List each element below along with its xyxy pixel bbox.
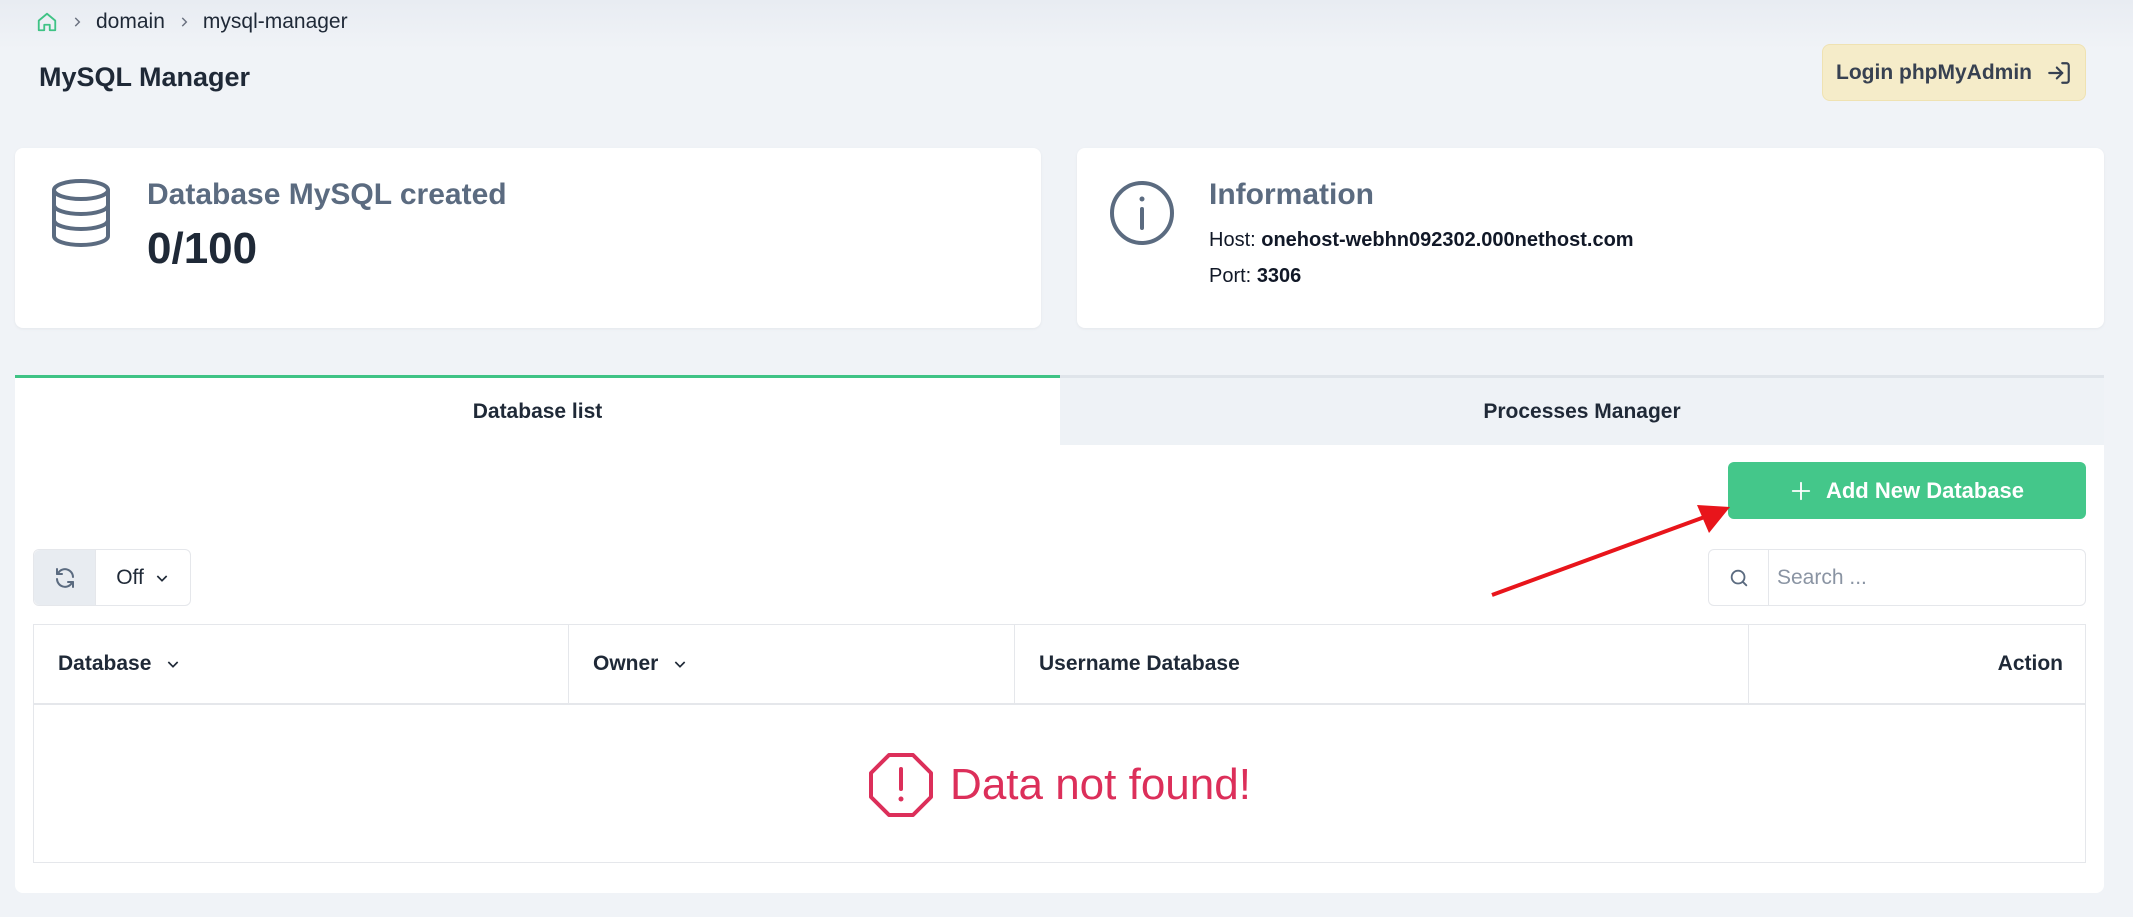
login-phpmyadmin-label: Login phpMyAdmin <box>1836 60 2032 84</box>
search-icon <box>1709 550 1769 605</box>
host-line: Host: onehost-webhn092302.000nethost.com <box>1209 229 1634 252</box>
chevron-down-icon <box>165 656 181 672</box>
column-label-database: Database <box>58 652 152 675</box>
column-label-action: Action <box>1997 652 2063 675</box>
breadcrumb-item-mysql-manager: mysql-manager <box>202 10 348 33</box>
port-value: 3306 <box>1256 265 1302 287</box>
breadcrumb-item-domain[interactable]: domain <box>96 10 165 34</box>
chevron-right-icon <box>177 15 191 29</box>
search-box <box>1708 549 2086 606</box>
column-header-owner[interactable]: Owner <box>569 625 1015 703</box>
chevron-down-icon <box>154 570 170 586</box>
database-count-label: Database MySQL created <box>147 178 507 211</box>
plus-icon <box>1790 480 1812 502</box>
database-count-value: 0/100 <box>147 224 258 273</box>
chevron-right-icon <box>70 15 84 29</box>
page-title: MySQL Manager <box>39 62 251 92</box>
alert-octagon-icon <box>868 752 934 818</box>
chevron-down-icon <box>672 656 688 672</box>
login-arrow-icon <box>2046 60 2072 86</box>
tab-database-list[interactable]: Database list <box>15 375 1060 445</box>
host-label: Host: <box>1209 229 1256 251</box>
annotation-arrow-icon <box>1491 505 1730 597</box>
add-new-database-button[interactable]: Add New Database <box>1728 462 2086 519</box>
info-icon <box>1109 180 1175 251</box>
login-phpmyadmin-button[interactable]: Login phpMyAdmin <box>1822 44 2086 101</box>
empty-state: Data not found! <box>34 707 2085 862</box>
column-header-database[interactable]: Database <box>34 625 569 703</box>
refresh-interval-value: Off <box>116 565 144 589</box>
tab-processes-manager[interactable]: Processes Manager <box>1060 375 2104 445</box>
auto-refresh-control: Off <box>33 549 191 606</box>
refresh-interval-select[interactable]: Off <box>96 550 190 605</box>
column-label-owner: Owner <box>593 652 659 675</box>
search-input[interactable] <box>1769 550 2085 605</box>
refresh-icon <box>53 566 77 590</box>
database-count-card: Database MySQL created 0/100 <box>15 148 1041 328</box>
column-header-action: Action <box>1749 625 2085 703</box>
database-icon <box>50 178 112 253</box>
port-label: Port: <box>1209 265 1252 287</box>
column-label-username-database: Username Database <box>1039 652 1240 675</box>
information-title: Information <box>1209 178 1374 211</box>
database-table: Database Owner Username Database Action <box>33 624 2086 863</box>
column-header-username-database: Username Database <box>1015 625 1749 703</box>
refresh-button[interactable] <box>34 550 96 605</box>
host-value: onehost-webhn092302.000nethost.com <box>1261 229 1634 251</box>
add-new-database-label: Add New Database <box>1825 477 2025 503</box>
information-card: Information Host: onehost-webhn092302.00… <box>1077 148 2104 328</box>
breadcrumb: domain mysql-manager <box>36 9 348 35</box>
empty-state-message: Data not found! <box>950 759 1251 809</box>
table-header: Database Owner Username Database Action <box>34 625 2085 705</box>
home-icon[interactable] <box>36 11 58 33</box>
port-line: Port: 3306 <box>1209 265 1301 288</box>
